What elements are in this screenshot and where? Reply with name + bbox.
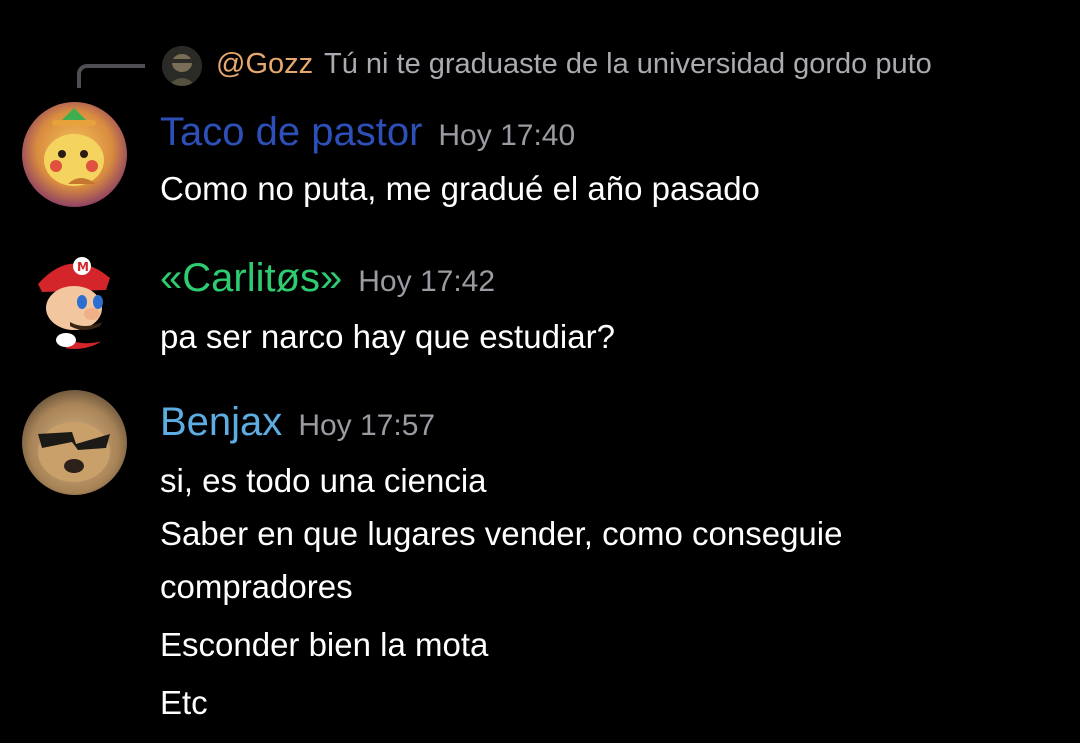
message-text: Como no puta, me gradué el año pasado [160, 170, 760, 207]
reply-text[interactable]: Tú ni te graduaste de la universidad gor… [324, 48, 932, 81]
reply-reference[interactable]: @Gozz Tú ni te graduaste de la universid… [0, 40, 1080, 96]
message[interactable]: Taco de pastor Hoy 17:40 Como no puta, me… [0, 100, 1080, 220]
reply-connector [77, 64, 145, 88]
timestamp: Hoy 17:57 [298, 409, 436, 442]
message-text: Etc [160, 684, 208, 721]
author-label[interactable]: «Carlitøs» [160, 256, 342, 300]
author-label[interactable]: Benjax [160, 400, 282, 444]
message-text: compradores [160, 568, 353, 605]
avatar[interactable]: M [22, 244, 127, 349]
message-text: Esconder bien la mota [160, 626, 489, 663]
message-text: si, es todo una ciencia [160, 462, 487, 499]
message-text: pa ser narco hay que estudiar? [160, 318, 615, 355]
message[interactable]: M «Carlitøs» Hoy 17:42 pa ser narco hay q… [0, 244, 1080, 364]
message[interactable]: Benjax Hoy 17:57 si, es todo una ciencia … [0, 388, 1080, 728]
author-name[interactable]: Taco de pastor Hoy 17:40 [160, 110, 575, 155]
author-name[interactable]: «Carlitøs» Hoy 17:42 [160, 256, 495, 301]
avatar[interactable] [22, 102, 127, 207]
reply-author[interactable]: @Gozz [216, 48, 313, 81]
author-label[interactable]: Taco de pastor [160, 110, 422, 154]
message-text: Saber en que lugares vender, como conseg… [160, 515, 843, 552]
timestamp: Hoy 17:40 [438, 119, 576, 152]
reply-avatar[interactable] [162, 46, 202, 86]
author-name[interactable]: Benjax Hoy 17:57 [160, 400, 435, 445]
svg-text:M: M [77, 260, 89, 274]
avatar[interactable] [22, 390, 127, 495]
timestamp: Hoy 17:42 [358, 265, 496, 298]
